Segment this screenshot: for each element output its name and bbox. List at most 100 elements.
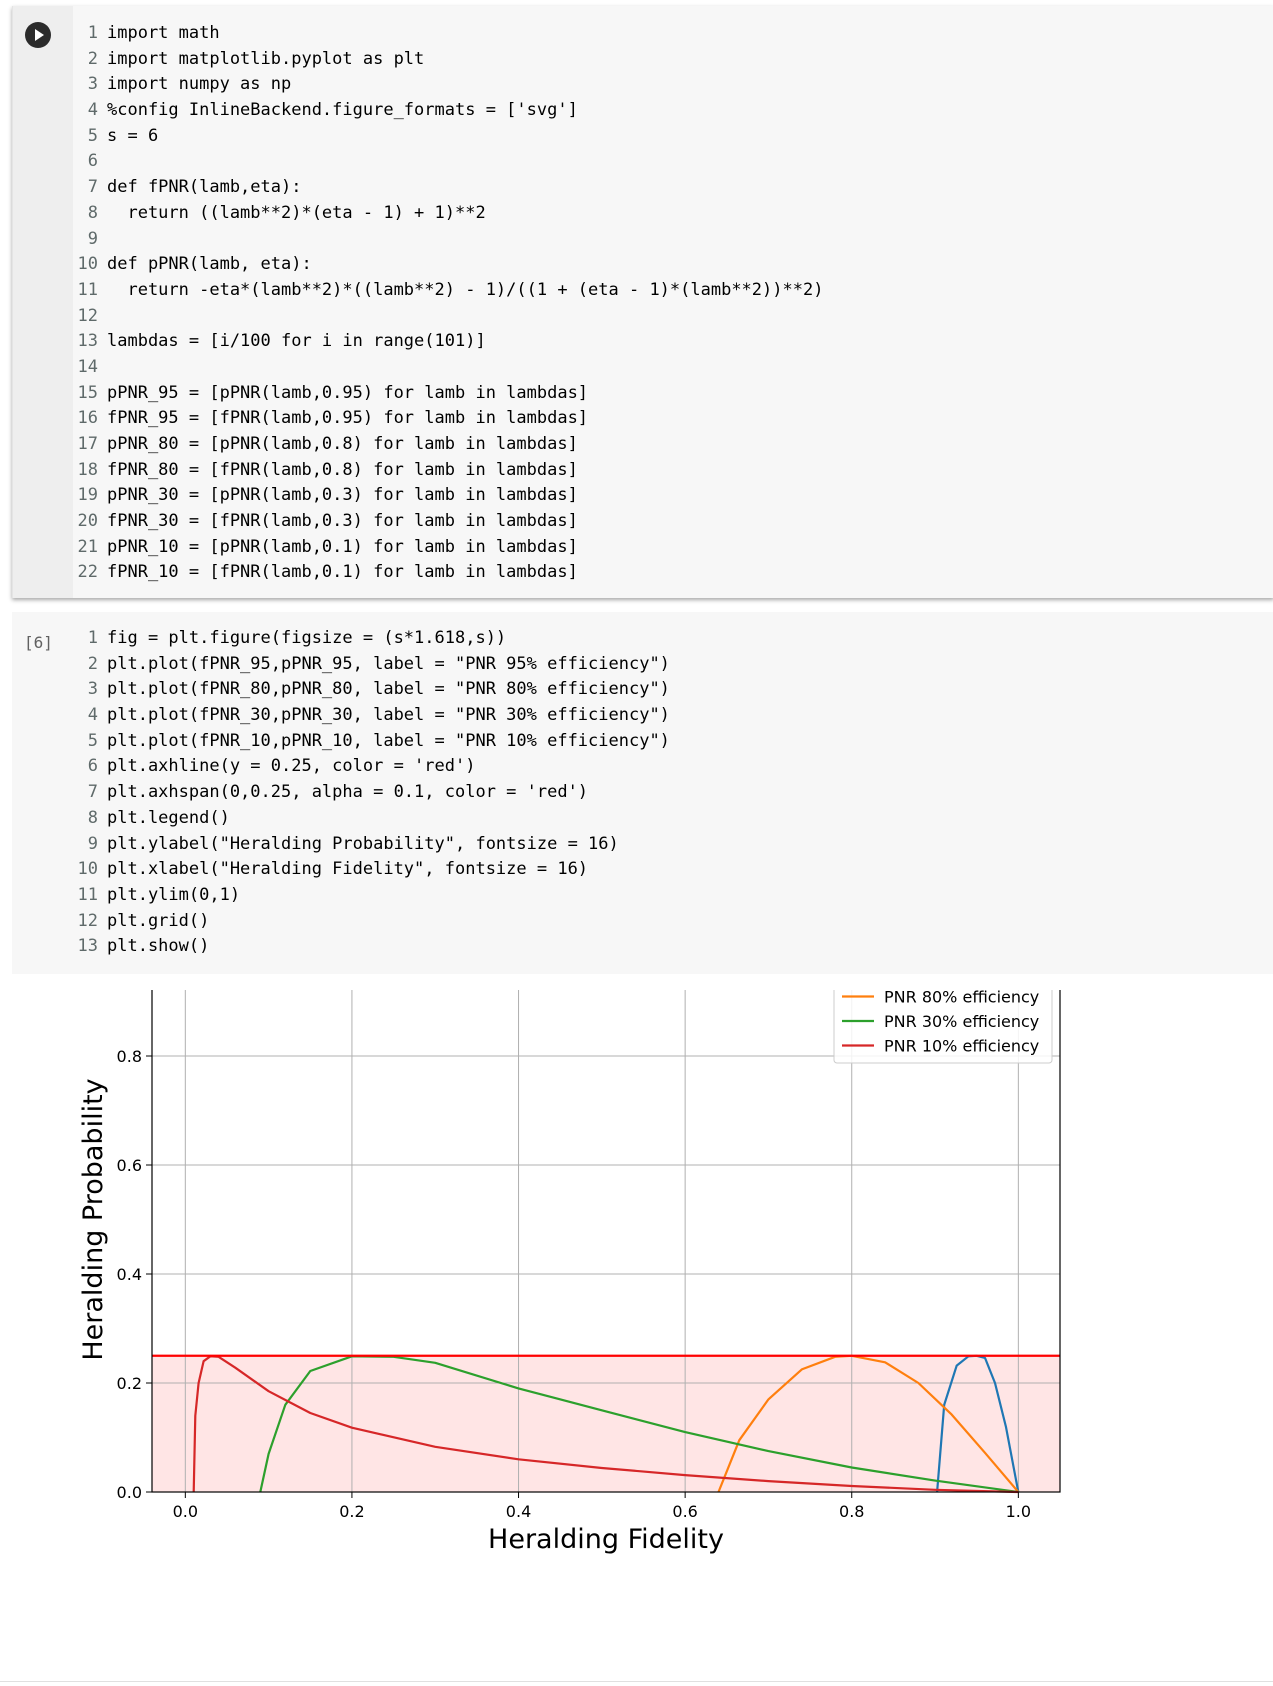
line-number: 7: [87, 177, 98, 198]
code-text: pPNR_30 = [pPNR(lamb,0.3) for lamb in la…: [107, 485, 578, 506]
code-line[interactable]: 3 import numpy as np: [60, 72, 823, 98]
axhspan-layer: [152, 1355, 1060, 1492]
code-line[interactable]: 1 import math: [60, 21, 823, 47]
code-line[interactable]: 9 plt.ylabel("Heralding Probability", fon…: [60, 832, 670, 858]
line-number: 16: [77, 408, 98, 429]
code-line[interactable]: 5 plt.plot(fPNR_10,pPNR_10, label = "PNR …: [60, 729, 670, 755]
line-number: 17: [77, 434, 98, 454]
code-text: plt.ylabel("Heralding Probability", font…: [107, 833, 619, 854]
line-number: 9: [87, 833, 98, 854]
code-line[interactable]: 17 pPNR_80 = [pPNR(lamb,0.8) for lamb in …: [60, 432, 823, 458]
code-editor-2[interactable]: 1 fig = plt.figure(figsize = (s*1.618,s))…: [60, 626, 670, 960]
x-tick-label: 1.0: [1006, 1502, 1031, 1521]
code-line[interactable]: 5 s = 6: [60, 124, 823, 150]
line-number: 2: [87, 48, 98, 69]
line-number: 6: [87, 756, 98, 777]
line-number: 5: [87, 730, 98, 751]
code-line[interactable]: 20 fPNR_30 = [fPNR(lamb,0.3) for lamb in …: [60, 509, 823, 535]
line-number: 19: [77, 485, 98, 506]
line-number: 7: [87, 782, 98, 803]
x-tick-label: 0.6: [672, 1502, 697, 1521]
x-axis-label: Heralding Fidelity: [488, 1524, 724, 1555]
code-text: import matplotlib.pyplot as plt: [107, 48, 425, 69]
line-number: 1: [87, 628, 98, 648]
code-line[interactable]: 18 fPNR_80 = [fPNR(lamb,0.8) for lamb in …: [60, 458, 823, 484]
x-tick-label: 0.2: [339, 1502, 364, 1521]
y-tick-label: 0.0: [117, 1483, 142, 1502]
code-line[interactable]: 21 pPNR_10 = [pPNR(lamb,0.1) for lamb in …: [60, 535, 823, 561]
code-editor-1[interactable]: 1 import math 2 import matplotlib.pyplot as…: [60, 21, 824, 586]
code-line[interactable]: 8 plt.legend(): [60, 806, 670, 832]
code-line[interactable]: 13 lambdas = [i/100 for i in range(101)]: [60, 329, 823, 355]
code-line[interactable]: 1 fig = plt.figure(figsize = (s*1.618,s)): [60, 626, 670, 652]
y-axis-label: Heralding Probability: [78, 1078, 109, 1360]
line-number: 4: [87, 100, 98, 121]
code-line[interactable]: 2 import matplotlib.pyplot as plt: [60, 47, 823, 73]
execution-count: [6]: [24, 633, 53, 652]
code-line[interactable]: 10 plt.xlabel("Heralding Fidelity", fonts…: [60, 857, 670, 883]
code-line[interactable]: 12: [60, 304, 823, 330]
code-text: return ((lamb**2)*(eta - 1) + 1)**2: [107, 202, 486, 223]
line-number: 4: [87, 705, 98, 726]
code-line[interactable]: 6 plt.axhline(y = 0.25, color = 'red'): [60, 754, 670, 780]
code-text: import math: [107, 23, 220, 43]
line-number: 2: [87, 653, 98, 674]
code-line[interactable]: 2 plt.plot(fPNR_95,pPNR_95, label = "PNR …: [60, 652, 670, 678]
code-text: pPNR_80 = [pPNR(lamb,0.8) for lamb in la…: [107, 434, 578, 454]
code-text: s = 6: [107, 125, 159, 146]
y-tick-label: 0.6: [117, 1156, 142, 1175]
line-number: 12: [77, 305, 98, 326]
code-line[interactable]: 6: [60, 149, 823, 175]
code-line[interactable]: 19 pPNR_30 = [pPNR(lamb,0.3) for lamb in …: [60, 483, 823, 509]
code-text: lambdas = [i/100 for i in range(101)]: [107, 331, 486, 352]
code-text: fig = plt.figure(figsize = (s*1.618,s)): [107, 628, 507, 648]
code-line[interactable]: 22 fPNR_10 = [fPNR(lamb,0.1) for lamb in …: [60, 560, 823, 586]
run-cell-button[interactable]: [25, 22, 51, 48]
code-line[interactable]: 3 plt.plot(fPNR_80,pPNR_80, label = "PNR …: [60, 677, 670, 703]
code-line[interactable]: 8 return ((lamb**2)*(eta - 1) + 1)**2: [60, 201, 823, 227]
legend: PNR 95% efficiencyPNR 80% efficiencyPNR …: [833, 990, 1053, 1064]
line-number: 5: [87, 125, 98, 146]
line-number: 10: [77, 859, 98, 880]
line-number: 8: [87, 807, 98, 828]
code-text: fPNR_10 = [fPNR(lamb,0.1) for lamb in la…: [107, 562, 578, 583]
code-line[interactable]: 10 def pPNR(lamb, eta):: [60, 252, 823, 278]
code-line[interactable]: 11 plt.ylim(0,1): [60, 883, 670, 909]
code-text: plt.legend(): [107, 807, 230, 828]
code-line[interactable]: 15 pPNR_95 = [pPNR(lamb,0.95) for lamb in…: [60, 381, 823, 407]
code-text: plt.show(): [107, 936, 210, 957]
code-text: plt.xlabel("Heralding Fidelity", fontsiz…: [107, 859, 589, 880]
line-number: 6: [87, 151, 98, 172]
code-text: pPNR_10 = [pPNR(lamb,0.1) for lamb in la…: [107, 536, 578, 557]
x-tick-label: 0.4: [506, 1502, 531, 1521]
line-number: 10: [77, 254, 98, 275]
legend-label: PNR 10% efficiency: [884, 1037, 1039, 1056]
code-text: plt.grid(): [107, 910, 210, 931]
code-line[interactable]: 7 def fPNR(lamb,eta):: [60, 175, 823, 201]
code-text: import numpy as np: [107, 74, 292, 95]
y-tick-label: 0.2: [117, 1374, 142, 1393]
code-line[interactable]: 7 plt.axhspan(0,0.25, alpha = 0.1, color …: [60, 780, 670, 806]
code-text: def fPNR(lamb,eta):: [107, 177, 302, 198]
code-text: plt.plot(fPNR_10,pPNR_10, label = "PNR 1…: [107, 730, 670, 751]
line-number: 18: [77, 459, 98, 480]
code-line[interactable]: 12 plt.grid(): [60, 909, 670, 935]
code-line[interactable]: 11 return -eta*(lamb**2)*((lamb**2) - 1)…: [60, 278, 824, 304]
line-number: 21: [77, 536, 98, 557]
y-tick-label: 0.8: [117, 1047, 142, 1066]
code-text: def pPNR(lamb, eta):: [107, 254, 312, 275]
line-number: 3: [87, 74, 98, 95]
code-line[interactable]: 14: [60, 355, 823, 381]
code-line[interactable]: 4 plt.plot(fPNR_30,pPNR_30, label = "PNR …: [60, 703, 670, 729]
line-number: 1: [87, 23, 98, 43]
code-text: plt.plot(fPNR_95,pPNR_95, label = "PNR 9…: [107, 653, 670, 674]
code-line[interactable]: 16 fPNR_95 = [fPNR(lamb,0.95) for lamb in…: [60, 406, 823, 432]
code-line[interactable]: 9: [60, 227, 823, 253]
line-number: 8: [87, 202, 98, 223]
line-number: 3: [87, 679, 98, 700]
code-line[interactable]: 4 %config InlineBackend.figure_formats = …: [60, 98, 823, 124]
code-line[interactable]: 13 plt.show(): [60, 934, 670, 960]
x-tick-label: 0.8: [839, 1502, 864, 1521]
line-number: 22: [77, 562, 98, 583]
line-number: 12: [77, 910, 98, 931]
